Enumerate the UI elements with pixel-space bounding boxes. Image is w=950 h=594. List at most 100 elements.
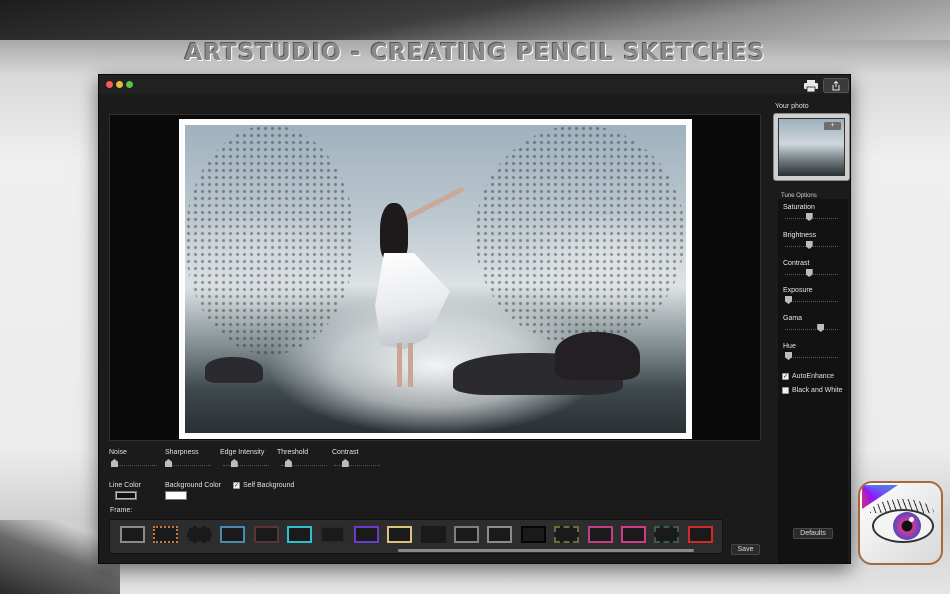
rock-left xyxy=(205,357,263,383)
promo-banner-title: ARTSTUDIO - CREATING PENCIL SKETCHES xyxy=(184,40,766,66)
frame-option-rainbow[interactable] xyxy=(587,526,613,543)
your-photo-thumbnail: + xyxy=(778,118,845,176)
tune-contrast-label: Contrast xyxy=(783,260,810,267)
slider-thumb[interactable] xyxy=(805,213,813,221)
self-background-label: Self Background xyxy=(243,482,295,489)
frame-option-blue-brush[interactable] xyxy=(220,526,246,543)
minimize-window-button[interactable] xyxy=(116,81,123,88)
right-panel: Your photo + Tune Options Saturation Bri… xyxy=(771,94,850,563)
black-and-white-label: Black and White xyxy=(792,387,843,394)
sketch-preview-image xyxy=(185,125,686,433)
exposure-label: Exposure xyxy=(783,287,813,294)
brightness-label: Brightness xyxy=(783,232,817,239)
threshold-slider[interactable] xyxy=(281,459,327,467)
frame-picker[interactable] xyxy=(109,519,723,554)
frame-option-purple[interactable] xyxy=(353,526,379,543)
noise-slider[interactable] xyxy=(111,459,157,467)
self-background-checkbox[interactable]: ✓ Self Background xyxy=(233,482,294,489)
save-button[interactable]: Save xyxy=(731,544,760,555)
frame-option-cyan[interactable] xyxy=(287,526,312,543)
frame-option-dark-scalloped[interactable] xyxy=(186,526,212,543)
checkbox-box[interactable]: ✓ xyxy=(782,373,789,380)
slider-thumb[interactable] xyxy=(230,459,238,467)
sharpness-label: Sharpness xyxy=(165,449,199,456)
frame-option-gray[interactable] xyxy=(454,526,479,543)
frame-picker-scrollbar[interactable] xyxy=(398,549,694,552)
eye-highlight-graphic xyxy=(909,517,914,522)
line-color-label: Line Color xyxy=(109,482,141,489)
background-color-swatch[interactable] xyxy=(165,491,187,500)
figure-leg xyxy=(397,343,402,387)
frame-option-olive-dashed[interactable] xyxy=(554,526,580,543)
hue-label: Hue xyxy=(783,343,796,350)
your-photo-well[interactable]: + xyxy=(773,113,850,181)
frame-option-dark-red[interactable] xyxy=(253,526,279,543)
checkbox-box[interactable] xyxy=(782,387,789,394)
tune-contrast-slider[interactable] xyxy=(785,269,838,277)
frame-option-rough-orange[interactable] xyxy=(153,526,179,543)
saturation-label: Saturation xyxy=(783,204,815,211)
title-bar xyxy=(99,75,850,94)
black-and-white-checkbox[interactable]: Black and White xyxy=(782,387,843,394)
artstudio-eye-icon xyxy=(858,481,943,565)
rock-right-top xyxy=(555,332,640,380)
app-window: Noise Sharpness Edge Intensity Threshold… xyxy=(98,74,851,564)
auto-enhance-checkbox[interactable]: ✓ AutoEnhance xyxy=(782,373,834,380)
slider-thumb[interactable] xyxy=(805,269,813,277)
auto-enhance-label: AutoEnhance xyxy=(792,373,835,380)
frame-option-gray-light[interactable] xyxy=(487,526,513,543)
slider-thumb[interactable] xyxy=(785,352,792,360)
figure-hair xyxy=(380,203,408,261)
hue-slider[interactable] xyxy=(785,352,838,360)
checkbox-box[interactable]: ✓ xyxy=(233,482,240,489)
figure-arm xyxy=(401,186,465,222)
exposure-slider[interactable] xyxy=(785,296,838,304)
slider-thumb[interactable] xyxy=(341,459,349,467)
brightness-slider[interactable] xyxy=(785,241,838,249)
frame-option-red-brackets[interactable] xyxy=(687,526,713,543)
sharpness-slider[interactable] xyxy=(165,459,211,467)
background-swoosh-top xyxy=(0,0,950,40)
slider-thumb[interactable] xyxy=(165,459,172,467)
frame-option-black[interactable] xyxy=(520,526,546,543)
gama-slider[interactable] xyxy=(785,324,838,332)
frame-option-pink[interactable] xyxy=(621,526,646,543)
slider-thumb[interactable] xyxy=(284,459,292,467)
eye-iris-graphic xyxy=(893,512,921,540)
your-photo-label: Your photo xyxy=(775,103,809,110)
saturation-slider[interactable] xyxy=(785,213,838,221)
frame-option-plain-gray[interactable] xyxy=(120,526,145,543)
preview-canvas[interactable] xyxy=(109,114,761,441)
slider-thumb[interactable] xyxy=(785,296,792,304)
figure-dress xyxy=(375,253,450,349)
plus-icon[interactable]: + xyxy=(824,122,841,130)
contrast-slider[interactable] xyxy=(334,459,380,467)
share-icon xyxy=(832,80,840,90)
frame-option-gold[interactable] xyxy=(387,526,413,543)
edge-intensity-slider[interactable] xyxy=(223,459,269,467)
slider-thumb[interactable] xyxy=(805,241,813,249)
slider-thumb[interactable] xyxy=(817,324,825,332)
gama-label: Gama xyxy=(783,315,803,322)
frame-option-black-rough[interactable] xyxy=(420,526,446,543)
figure-leg xyxy=(408,343,413,387)
share-button[interactable] xyxy=(823,78,849,93)
effect-controls: Noise Sharpness Edge Intensity Threshold… xyxy=(99,441,769,565)
edge-intensity-label: Edge Intensity xyxy=(220,449,265,456)
line-color-swatch[interactable] xyxy=(115,491,137,500)
contrast-label: Contrast xyxy=(332,449,359,456)
defaults-button[interactable]: Defaults xyxy=(793,528,833,539)
zoom-window-button[interactable] xyxy=(126,81,133,88)
frame-label: Frame: xyxy=(110,507,133,514)
frame-option-green-dashed[interactable] xyxy=(654,526,680,543)
printer-icon xyxy=(804,79,818,92)
print-button[interactable] xyxy=(802,78,820,93)
close-window-button[interactable] xyxy=(106,81,113,88)
sea-spray-left xyxy=(185,125,355,355)
tune-options-panel: Saturation Brightness Contrast Exposure … xyxy=(778,199,848,563)
slider-thumb[interactable] xyxy=(111,459,118,467)
sea-spray-right xyxy=(475,125,685,345)
frame-option-dark-plain[interactable] xyxy=(320,526,346,543)
noise-label: Noise xyxy=(109,449,127,456)
sketch-preview-frame xyxy=(179,119,692,439)
